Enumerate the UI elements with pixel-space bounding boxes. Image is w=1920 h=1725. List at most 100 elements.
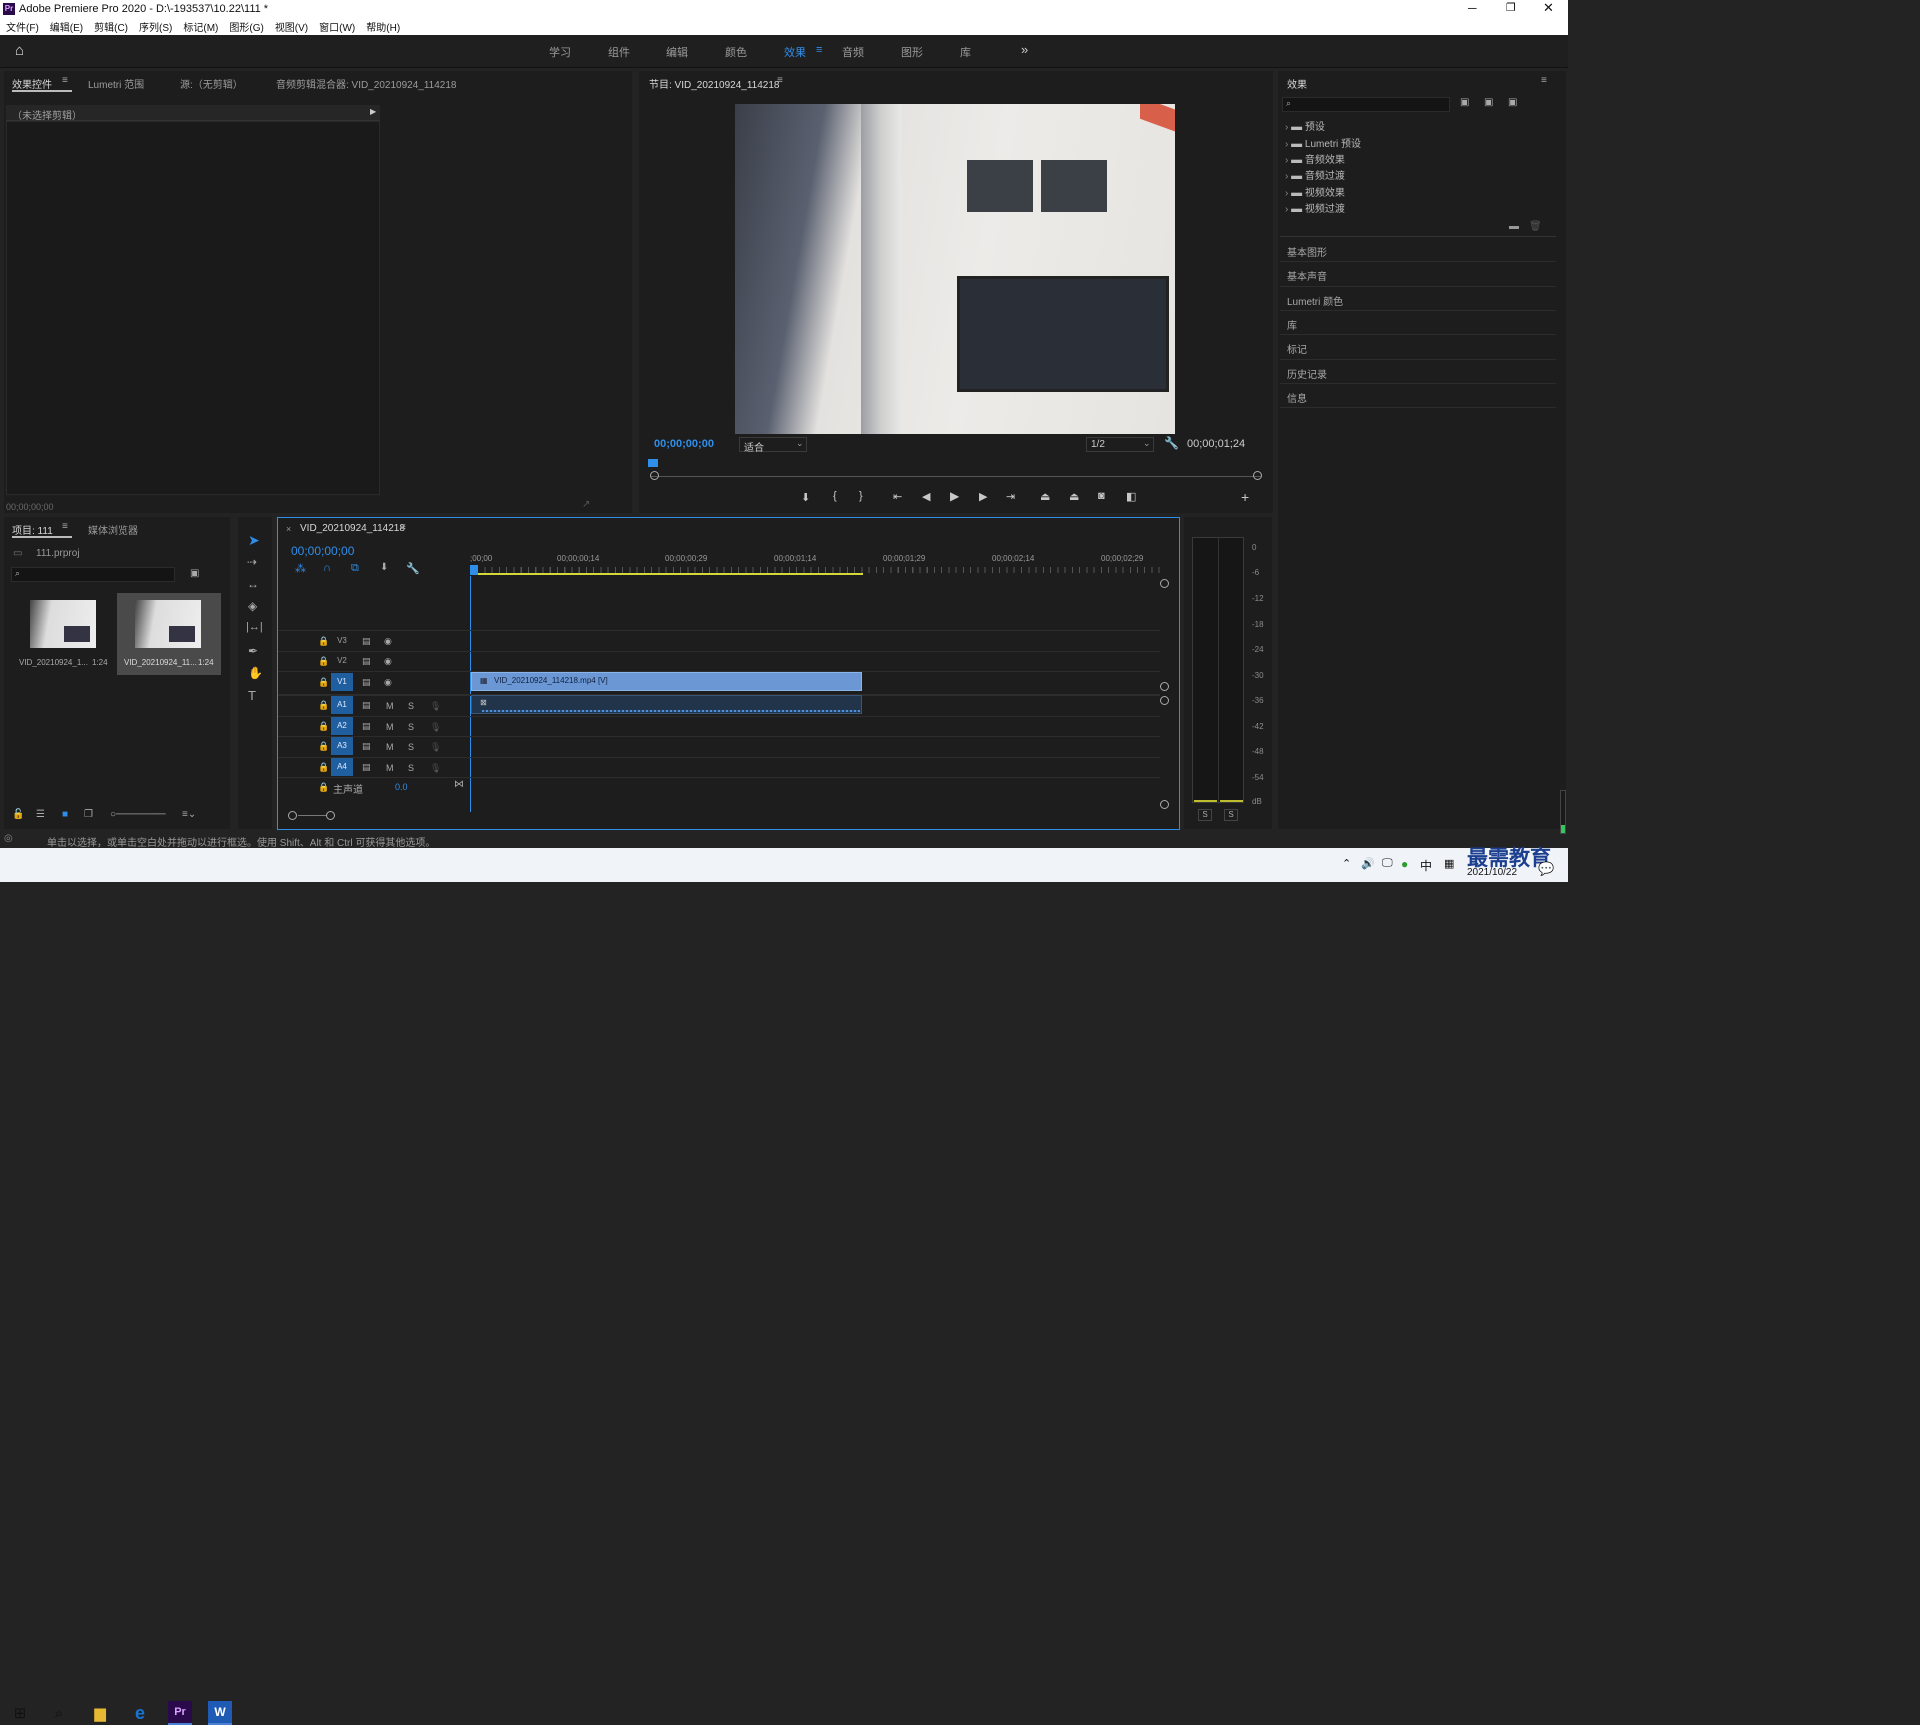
project-search-input[interactable]: ⌕ <box>11 567 175 582</box>
effects-folder-video-effects[interactable]: › ▬ 视频效果 <box>1285 184 1345 199</box>
mute-button[interactable]: M <box>386 763 394 773</box>
playhead-marker[interactable] <box>648 459 658 467</box>
workspace-graphics[interactable]: 图形 <box>901 44 923 60</box>
panel-menu-icon[interactable]: ≡ <box>62 521 68 532</box>
tab-audio-clip-mixer[interactable]: 音频剪辑混合器: VID_20210924_114218 <box>276 76 456 91</box>
scrubber-end-handle[interactable] <box>1253 471 1262 480</box>
workspace-effects[interactable]: 效果 <box>784 44 806 60</box>
track-a3[interactable]: A3 <box>331 737 353 755</box>
edge-icon[interactable]: e <box>128 1701 152 1725</box>
track-select-tool-icon[interactable]: ⇢ <box>247 555 257 569</box>
lock-icon[interactable]: 🔒 <box>318 782 329 793</box>
lock-icon[interactable]: 🔒 <box>318 677 329 688</box>
section-info[interactable]: 信息 <box>1287 390 1307 405</box>
ripple-edit-tool-icon[interactable]: ↔ <box>247 577 259 591</box>
effects-folder-lumetri-presets[interactable]: › ▬ Lumetri 预设 <box>1285 135 1361 150</box>
effects-search-input[interactable]: ⌕ <box>1282 97 1450 112</box>
sync-lock-icon[interactable]: ▤ <box>362 721 371 732</box>
eye-icon[interactable]: ◉ <box>384 636 392 647</box>
hand-tool-icon[interactable]: ✋ <box>248 666 263 680</box>
scrubber-start-handle[interactable] <box>650 471 659 480</box>
sync-lock-icon[interactable]: ▤ <box>362 656 371 667</box>
tab-effect-controls[interactable]: 效果控件 <box>12 76 52 91</box>
solo-button[interactable]: S <box>408 701 414 711</box>
windows-start-icon[interactable]: ⊞ <box>8 1701 32 1725</box>
ime-indicator[interactable]: 中 <box>1420 857 1432 874</box>
zoom-slider[interactable]: ○─────── <box>110 809 166 820</box>
microphone-icon[interactable]: 🎙 <box>430 701 441 712</box>
lock-icon[interactable]: 🔒 <box>318 721 329 732</box>
microphone-icon[interactable]: 🎙 <box>430 722 441 733</box>
vertical-zoom-handle[interactable] <box>1160 682 1169 691</box>
eye-icon[interactable]: ◉ <box>384 656 392 667</box>
track-a4[interactable]: A4 <box>331 758 353 776</box>
snap-icon[interactable]: ∩ <box>323 562 331 574</box>
tray-chevron-icon[interactable]: ⌃ <box>1342 857 1351 870</box>
meter-solo-left[interactable]: S <box>1198 809 1212 821</box>
freeform-view-icon[interactable]: ❐ <box>84 809 93 820</box>
step-forward-icon[interactable]: ▶ <box>979 490 987 503</box>
list-view-icon[interactable]: ☰ <box>36 809 45 820</box>
sync-lock-icon[interactable]: ▤ <box>362 700 371 711</box>
section-history[interactable]: 历史记录 <box>1287 366 1327 381</box>
track-v2[interactable]: V2 <box>331 652 353 670</box>
new-bin-icon[interactable]: ▬ <box>1509 221 1519 232</box>
track-v3[interactable]: V3 <box>331 632 353 650</box>
settings-wrench-icon[interactable]: 🔧 <box>1164 436 1179 450</box>
sync-lock-icon[interactable]: ▤ <box>362 677 371 688</box>
slip-tool-icon[interactable]: |↔| <box>246 621 263 633</box>
lift-icon[interactable]: ⏏ <box>1040 490 1050 503</box>
sync-lock-icon[interactable]: ▤ <box>362 762 371 773</box>
section-essential-sound[interactable]: 基本声音 <box>1287 268 1327 283</box>
yuv-effects-icon[interactable]: ▣ <box>1508 97 1517 108</box>
in-point-icon[interactable]: { <box>833 490 837 502</box>
audio-clip[interactable]: ⊠ <box>471 695 862 714</box>
lock-icon[interactable]: 🔒 <box>318 656 329 667</box>
vertical-zoom-handle[interactable] <box>1160 800 1169 809</box>
effects-folder-audio-effects[interactable]: › ▬ 音频效果 <box>1285 151 1345 166</box>
panel-menu-icon[interactable]: ≡ <box>400 522 406 533</box>
vertical-zoom-handle[interactable] <box>1160 579 1169 588</box>
microphone-icon[interactable]: 🎙 <box>430 763 441 774</box>
section-lumetri-color[interactable]: Lumetri 颜色 <box>1287 293 1343 308</box>
notification-icon[interactable]: 💬 <box>1538 861 1554 877</box>
horizontal-scrollbar[interactable] <box>288 811 1148 821</box>
timeline-ruler[interactable]: ;00;00 00;00;00;14 00;00;00;29 00;00;01;… <box>470 548 1160 578</box>
effects-folder-audio-transitions[interactable]: › ▬ 音频过渡 <box>1285 167 1345 182</box>
go-to-out-icon[interactable]: ⇥ <box>1006 490 1015 503</box>
close-sequence-icon[interactable]: × <box>286 524 291 534</box>
scroll-handle-right[interactable] <box>326 811 335 820</box>
menu-view[interactable]: 视图(V) <box>275 19 308 34</box>
track-a1[interactable]: A1 <box>331 696 353 714</box>
minimize-icon[interactable]: ─ <box>1468 1 1477 15</box>
camera-icon[interactable]: ◙ <box>1098 490 1105 502</box>
scroll-handle-left[interactable] <box>288 811 297 820</box>
vertical-zoom-handle[interactable] <box>1160 696 1169 705</box>
fit-dropdown[interactable]: 适合 ⌄ <box>739 437 807 454</box>
section-libraries[interactable]: 库 <box>1287 317 1297 332</box>
panel-menu-icon[interactable]: ≡ <box>62 75 68 86</box>
close-icon[interactable]: ✕ <box>1543 0 1554 16</box>
export-icon[interactable]: ↗ <box>582 499 590 510</box>
marker-icon[interactable]: ⬇ <box>801 491 810 504</box>
lock-icon[interactable]: 🔒 <box>318 700 329 711</box>
premiere-pro-icon[interactable]: Pr <box>168 1701 192 1725</box>
menu-help[interactable]: 帮助(H) <box>366 19 400 34</box>
tab-media-browser[interactable]: 媒体浏览器 <box>88 522 138 537</box>
network-icon[interactable]: 🖵 <box>1382 857 1393 870</box>
program-scrubber[interactable] <box>648 459 1262 483</box>
effects-folder-video-transitions[interactable]: › ▬ 视频过渡 <box>1285 200 1345 215</box>
video-clip[interactable]: ▦ VID_20210924_114218.mp4 [V] <box>471 672 862 691</box>
selection-tool-icon[interactable]: ➤ <box>248 532 260 549</box>
workspace-menu-icon[interactable]: ≡ <box>816 44 822 56</box>
track-v1[interactable]: V1 <box>331 673 353 691</box>
program-monitor-title[interactable]: 节目: VID_20210924_114218 <box>649 76 779 91</box>
new-preset-folder-icon[interactable]: ▣ <box>1460 97 1469 108</box>
meter-solo-right[interactable]: S <box>1224 809 1238 821</box>
menu-window[interactable]: 窗口(W) <box>319 19 355 34</box>
lock-icon[interactable]: 🔒 <box>318 741 329 752</box>
lock-icon[interactable]: 🔒 <box>318 762 329 773</box>
workspace-assembly[interactable]: 组件 <box>608 44 630 60</box>
go-to-end-icon[interactable]: ⋈ <box>454 779 464 790</box>
track-a2[interactable]: A2 <box>331 717 353 735</box>
